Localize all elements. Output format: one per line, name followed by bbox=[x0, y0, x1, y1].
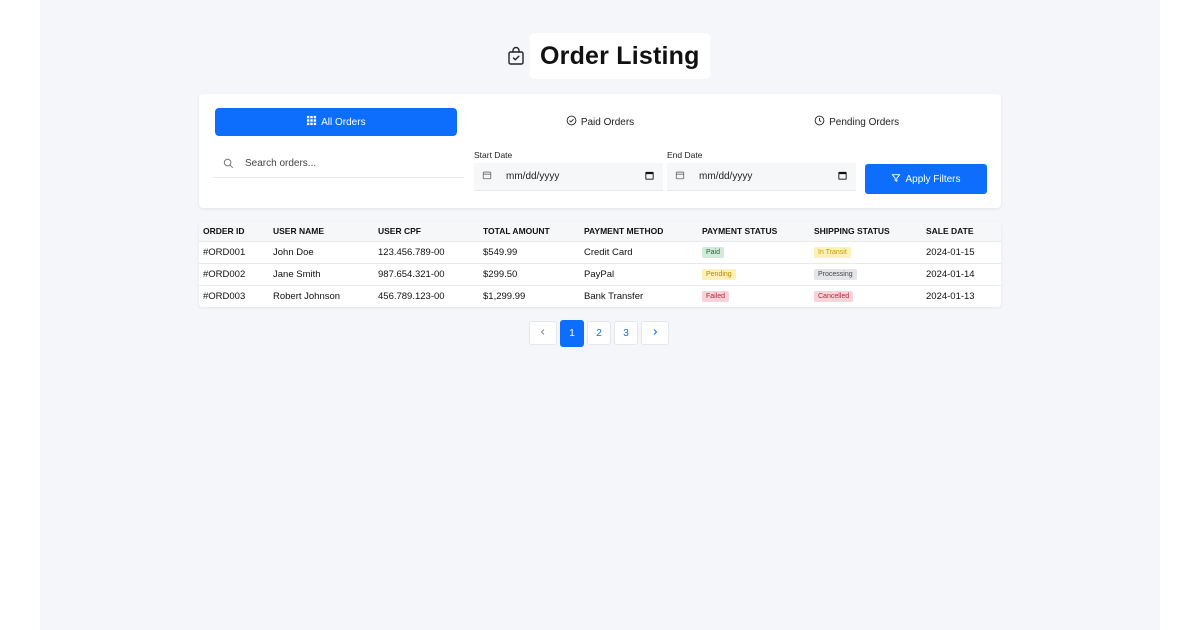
payment-status-badge: Pending bbox=[702, 269, 736, 280]
page-button-3[interactable]: 3 bbox=[614, 321, 638, 345]
calendar-icon bbox=[482, 170, 492, 183]
end-date-group: End Date mm/dd/yyyy bbox=[667, 150, 856, 191]
page-header: Order Listing bbox=[506, 33, 710, 79]
payment-method-cell: Bank Transfer bbox=[584, 290, 644, 302]
tab-pending-orders-label: Pending Orders bbox=[829, 116, 900, 128]
payment-status-cell: Failed bbox=[698, 285, 810, 307]
column-header[interactable]: USER NAME bbox=[269, 222, 374, 241]
total-amount-cell: $1,299.99 bbox=[483, 290, 526, 302]
shipping-status-badge: Cancelled bbox=[814, 291, 854, 303]
column-header[interactable]: SALE DATE bbox=[922, 222, 1001, 241]
column-header[interactable]: PAYMENT METHOD bbox=[580, 222, 698, 241]
shipping-status-badge: Processing bbox=[814, 269, 857, 280]
column-header[interactable]: ORDER ID bbox=[199, 222, 269, 241]
pagination: 1 2 3 bbox=[529, 320, 669, 347]
next-page-button[interactable] bbox=[641, 321, 669, 345]
end-date-label: End Date bbox=[667, 150, 703, 160]
order-tabs: All Orders Paid Orders Pending Orders bbox=[215, 108, 985, 136]
tab-pending-orders[interactable]: Pending Orders bbox=[728, 108, 985, 136]
filter-icon bbox=[891, 173, 901, 186]
start-date-group: Start Date mm/dd/yyyy bbox=[474, 150, 663, 191]
calendar-picker-icon[interactable] bbox=[644, 170, 655, 184]
order-id-cell: #ORD002 bbox=[203, 268, 246, 280]
end-date-input[interactable]: mm/dd/yyyy bbox=[667, 163, 856, 191]
user-name-cell: Jane Smith bbox=[273, 268, 321, 280]
page-title: Order Listing bbox=[540, 41, 700, 70]
table-header-row: ORDER ID USER NAME USER CPF TOTAL AMOUNT… bbox=[199, 222, 1001, 241]
start-date-value: mm/dd/yyyy bbox=[506, 171, 560, 182]
total-amount-cell: $549.99 bbox=[483, 246, 518, 258]
search-icon bbox=[213, 158, 243, 169]
calendar-picker-icon[interactable] bbox=[837, 170, 848, 184]
page-title-box: Order Listing bbox=[530, 33, 710, 79]
calendar-icon bbox=[675, 170, 685, 183]
column-header[interactable]: USER CPF bbox=[374, 222, 479, 241]
payment-status-cell: Pending bbox=[698, 263, 810, 285]
shipping-status-cell: Cancelled bbox=[810, 285, 922, 307]
shipping-status-badge: In Transit bbox=[814, 247, 851, 258]
clock-icon bbox=[814, 115, 825, 129]
payment-status-cell: Paid bbox=[698, 241, 810, 263]
orders-table: ORDER ID USER NAME USER CPF TOTAL AMOUNT… bbox=[199, 222, 1001, 307]
payment-method-cell: PayPal bbox=[584, 268, 615, 280]
tab-paid-orders-label: Paid Orders bbox=[580, 116, 635, 128]
payment-status-badge: Failed bbox=[702, 291, 730, 303]
chevron-left-icon bbox=[539, 328, 547, 339]
apply-filters-label: Apply Filters bbox=[905, 173, 961, 185]
column-header[interactable]: PAYMENT STATUS bbox=[698, 222, 810, 241]
end-date-value: mm/dd/yyyy bbox=[699, 171, 753, 182]
start-date-label: Start Date bbox=[474, 150, 513, 160]
check-circle-icon bbox=[566, 115, 577, 129]
apply-filters-button[interactable]: Apply Filters bbox=[865, 164, 987, 194]
shipping-status-cell: Processing bbox=[810, 263, 922, 285]
page-button-1[interactable]: 1 bbox=[560, 320, 584, 347]
table-row[interactable]: #ORD003 Robert Johnson 456.789.123-00 $1… bbox=[199, 285, 1001, 307]
previous-page-button[interactable] bbox=[529, 321, 557, 345]
user-cpf-cell: 987.654.321-00 bbox=[378, 268, 445, 280]
payment-method-cell: Credit Card bbox=[584, 246, 633, 258]
tab-all-orders[interactable]: All Orders bbox=[215, 108, 457, 136]
page-button-2[interactable]: 2 bbox=[587, 321, 611, 345]
sale-date-cell: 2024-01-14 bbox=[926, 268, 975, 280]
filter-card: All Orders Paid Orders Pending Orders Se… bbox=[199, 94, 1001, 208]
chevron-right-icon bbox=[651, 328, 659, 339]
user-name-cell: John Doe bbox=[273, 246, 314, 258]
search-field[interactable] bbox=[213, 150, 464, 178]
page-background: Order Listing All Orders Paid Orders Pen… bbox=[40, 0, 1160, 630]
shipping-status-cell: In Transit bbox=[810, 241, 922, 263]
table-row[interactable]: #ORD002 Jane Smith 987.654.321-00 $299.5… bbox=[199, 263, 1001, 285]
order-id-cell: #ORD001 bbox=[203, 246, 246, 258]
grid-icon bbox=[306, 115, 317, 129]
tab-paid-orders[interactable]: Paid Orders bbox=[472, 108, 729, 136]
table-row[interactable]: #ORD001 John Doe 123.456.789-00 $549.99 … bbox=[199, 241, 1001, 263]
shopping-bag-check-icon bbox=[506, 46, 526, 66]
user-name-cell: Robert Johnson bbox=[273, 290, 341, 302]
user-cpf-cell: 456.789.123-00 bbox=[378, 290, 445, 302]
total-amount-cell: $299.50 bbox=[483, 268, 518, 280]
column-header[interactable]: TOTAL AMOUNT bbox=[479, 222, 580, 241]
user-cpf-cell: 123.456.789-00 bbox=[378, 246, 445, 258]
search-input[interactable] bbox=[245, 158, 445, 169]
sale-date-cell: 2024-01-13 bbox=[926, 290, 975, 302]
start-date-input[interactable]: mm/dd/yyyy bbox=[474, 163, 663, 191]
payment-status-badge: Paid bbox=[702, 247, 725, 258]
tab-all-orders-label: All Orders bbox=[321, 116, 366, 128]
column-header[interactable]: SHIPPING STATUS bbox=[810, 222, 922, 241]
sale-date-cell: 2024-01-15 bbox=[926, 246, 975, 258]
order-id-cell: #ORD003 bbox=[203, 290, 246, 302]
